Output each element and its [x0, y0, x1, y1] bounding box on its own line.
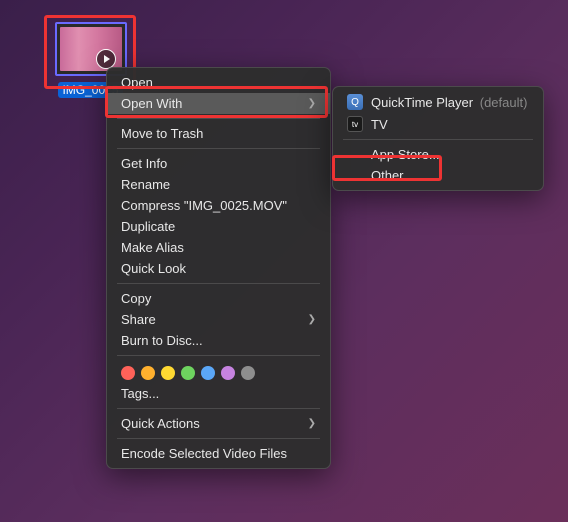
menu-label: Make Alias [121, 240, 184, 255]
menu-label: Encode Selected Video Files [121, 446, 287, 461]
menu-label: Tags... [121, 386, 159, 401]
context-menu: Open Open With ❯ Move to Trash Get Info … [106, 67, 331, 469]
play-icon [96, 49, 116, 69]
menu-label: Share [121, 312, 156, 327]
menu-separator [117, 283, 320, 284]
menu-item-open-with[interactable]: Open With ❯ [107, 93, 330, 114]
tag-dot-blue[interactable] [201, 366, 215, 380]
menu-label: Open With [121, 96, 182, 111]
menu-label: Move to Trash [121, 126, 203, 141]
menu-item-open[interactable]: Open [107, 72, 330, 93]
menu-separator [343, 139, 533, 140]
menu-item-make-alias[interactable]: Make Alias [107, 237, 330, 258]
menu-separator [117, 355, 320, 356]
menu-item-get-info[interactable]: Get Info [107, 153, 330, 174]
submenu-item-quicktime[interactable]: Q QuickTime Player (default) [333, 91, 543, 113]
tag-dot-yellow[interactable] [161, 366, 175, 380]
open-with-submenu: Q QuickTime Player (default) tv TV App S… [332, 86, 544, 191]
menu-label: Quick Look [121, 261, 186, 276]
menu-item-duplicate[interactable]: Duplicate [107, 216, 330, 237]
menu-label: Rename [121, 177, 170, 192]
menu-item-quick-actions[interactable]: Quick Actions ❯ [107, 413, 330, 434]
menu-label: Compress "IMG_0025.MOV" [121, 198, 287, 213]
tag-dot-gray[interactable] [241, 366, 255, 380]
menu-item-tags[interactable]: Tags... [107, 383, 330, 404]
menu-item-move-to-trash[interactable]: Move to Trash [107, 123, 330, 144]
menu-separator [117, 118, 320, 119]
menu-label: Copy [121, 291, 151, 306]
quicktime-icon: Q [347, 94, 363, 110]
chevron-right-icon: ❯ [308, 98, 316, 109]
tag-dot-red[interactable] [121, 366, 135, 380]
menu-item-burn-to-disc[interactable]: Burn to Disc... [107, 330, 330, 351]
submenu-item-app-store[interactable]: App Store... [333, 144, 543, 165]
submenu-item-other[interactable]: Other... [333, 165, 543, 186]
default-suffix: (default) [480, 95, 528, 110]
app-label: App Store... [371, 147, 440, 162]
menu-label: Duplicate [121, 219, 175, 234]
menu-label: Quick Actions [121, 416, 200, 431]
submenu-item-tv[interactable]: tv TV [333, 113, 543, 135]
menu-label: Open [121, 75, 153, 90]
menu-item-rename[interactable]: Rename [107, 174, 330, 195]
tag-color-row [107, 360, 330, 383]
menu-item-share[interactable]: Share ❯ [107, 309, 330, 330]
menu-separator [117, 438, 320, 439]
chevron-right-icon: ❯ [308, 418, 316, 429]
menu-label: Get Info [121, 156, 167, 171]
menu-item-quick-look[interactable]: Quick Look [107, 258, 330, 279]
menu-separator [117, 148, 320, 149]
tag-dot-orange[interactable] [141, 366, 155, 380]
chevron-right-icon: ❯ [308, 314, 316, 325]
app-label: QuickTime Player [371, 95, 473, 110]
app-label: TV [371, 117, 388, 132]
tag-dot-purple[interactable] [221, 366, 235, 380]
menu-item-compress[interactable]: Compress "IMG_0025.MOV" [107, 195, 330, 216]
menu-item-encode[interactable]: Encode Selected Video Files [107, 443, 330, 464]
menu-label: Burn to Disc... [121, 333, 203, 348]
app-label: Other... [371, 168, 414, 183]
thumbnail-image [60, 27, 122, 71]
menu-item-copy[interactable]: Copy [107, 288, 330, 309]
tv-icon: tv [347, 116, 363, 132]
menu-separator [117, 408, 320, 409]
tag-dot-green[interactable] [181, 366, 195, 380]
